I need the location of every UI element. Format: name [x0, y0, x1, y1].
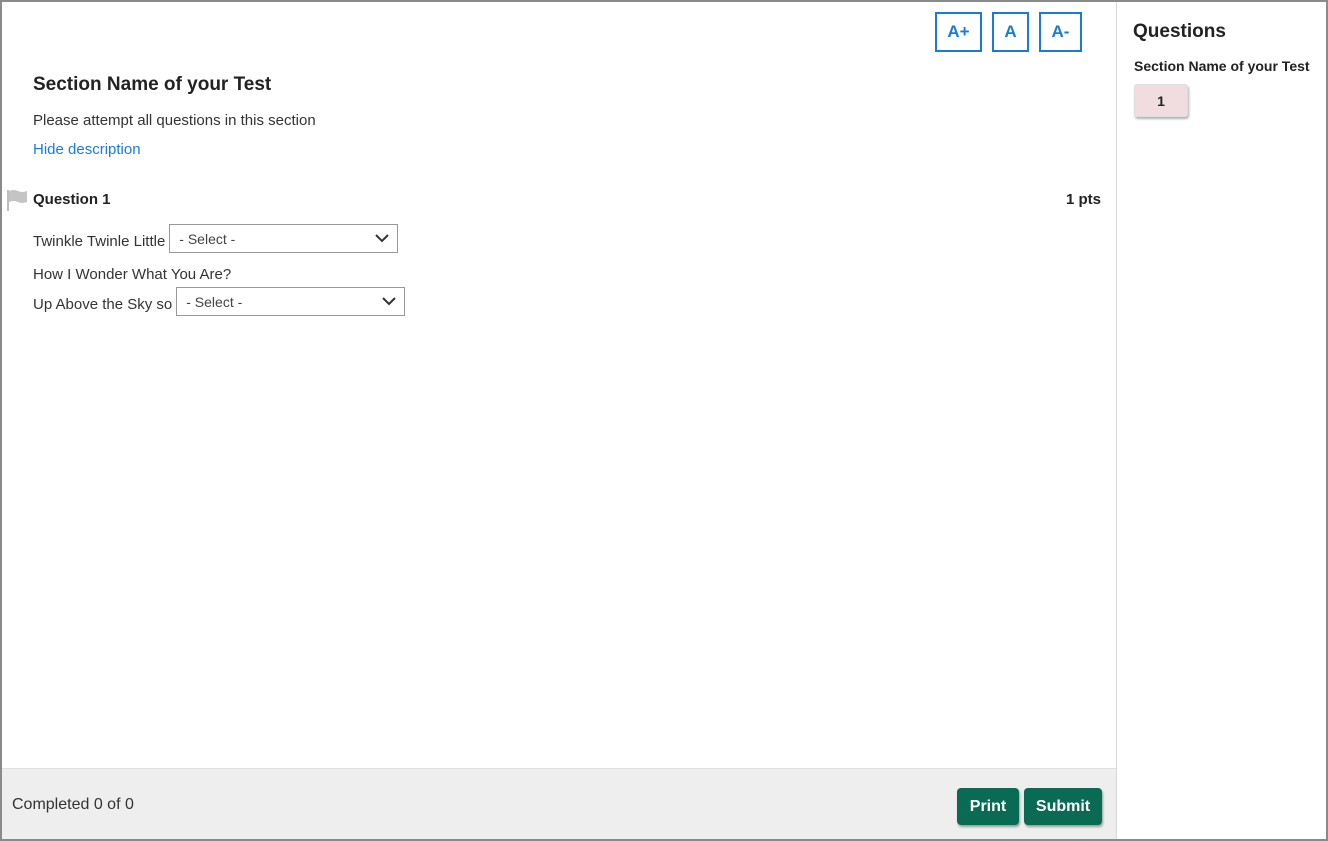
question-line-2: How I Wonder What You Are? — [33, 266, 231, 283]
flag-icon[interactable] — [5, 189, 29, 211]
line-2-text: How I Wonder What You Are? — [33, 266, 232, 283]
line-1-text: Twinkle Twinle Little — [33, 233, 166, 250]
question-nav-chip-1[interactable]: 1 — [1134, 84, 1188, 117]
section-description: Please attempt all questions in this sec… — [33, 112, 316, 129]
chevron-down-icon — [375, 234, 390, 243]
font-decrease-button[interactable]: A- — [1039, 12, 1082, 52]
blank-2-selected-value: - Select - — [186, 293, 243, 310]
blank-1-selected-value: - Select - — [179, 230, 236, 247]
test-main-panel: A+ A A- Section Name of your Test Please… — [2, 2, 1116, 839]
print-button[interactable]: Print — [957, 788, 1019, 825]
sidebar-title: Questions — [1133, 21, 1226, 42]
sidebar-section-name: Section Name of your Test — [1134, 58, 1310, 74]
section-title: Section Name of your Test — [33, 74, 272, 95]
questions-sidebar: Questions Section Name of your Test 1 — [1116, 2, 1326, 839]
question-line-3: Up Above the Sky so - Select - — [33, 287, 406, 316]
chevron-down-icon — [382, 297, 396, 306]
blank-1-select[interactable]: - Select - — [169, 224, 399, 253]
hide-description-link[interactable]: Hide description — [33, 141, 141, 158]
footer-bar: Completed 0 of 0 Print Submit — [2, 768, 1116, 839]
question-points: 1 pts — [1065, 191, 1101, 208]
question-line-1: Twinkle Twinle Little - Select - — [33, 224, 399, 253]
font-size-controls: A+ A A- — [935, 12, 1082, 52]
completion-status: Completed 0 of 0 — [12, 796, 134, 813]
line-3-text: Up Above the Sky so — [33, 296, 173, 313]
font-increase-button[interactable]: A+ — [935, 12, 982, 52]
submit-button[interactable]: Submit — [1024, 788, 1102, 825]
blank-2-select[interactable]: - Select - — [176, 287, 406, 316]
question-label: Question 1 — [33, 191, 111, 208]
footer-actions: Print Submit — [957, 788, 1102, 825]
font-reset-button[interactable]: A — [992, 12, 1029, 52]
